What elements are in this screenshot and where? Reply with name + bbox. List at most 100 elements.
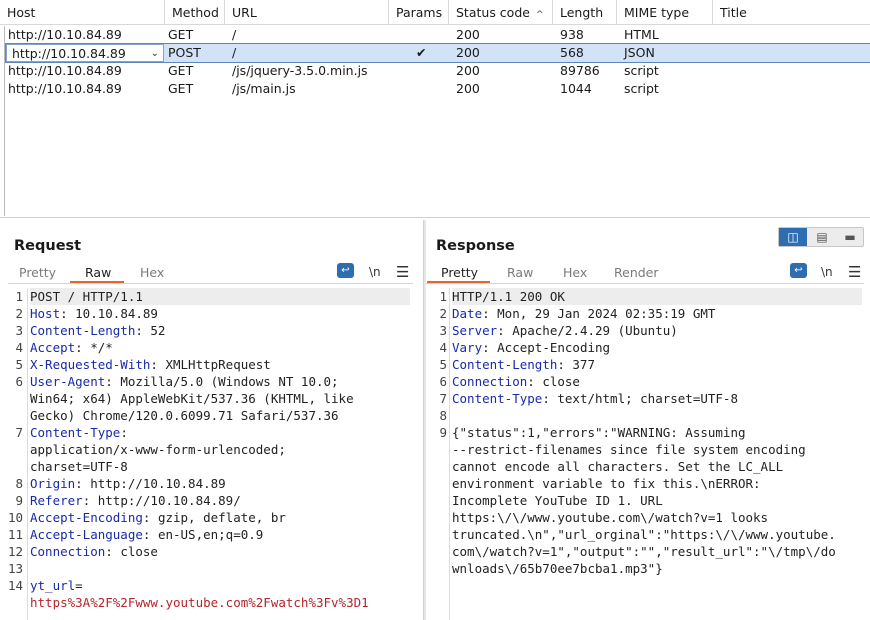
host-selector-dropdown[interactable]: http://10.10.84.89 ⌄ <box>6 44 164 62</box>
response-panel: ◫ ▤ ▬ Response Pretty Raw Hex Render ↩ \… <box>426 220 870 620</box>
line-number: 7 <box>439 391 447 406</box>
show-newlines-button[interactable]: \n <box>369 263 381 281</box>
wrap-lines-icon[interactable]: ↩ <box>790 263 807 278</box>
cell-mime: script <box>624 63 659 78</box>
column-label: Title <box>720 5 747 20</box>
column-header-url[interactable]: URL <box>225 0 389 25</box>
json-body-line: --restrict-filenames since file system e… <box>452 442 806 457</box>
code-line: Content-Length: 377 <box>452 357 595 372</box>
column-label: Length <box>560 5 604 20</box>
column-label: Params <box>396 5 443 20</box>
line-number: 3 <box>439 323 447 338</box>
json-body-line: truncated.\n","url_orginal":"https:\/\/w… <box>452 527 836 542</box>
table-row-selected[interactable]: http://10.10.84.89 ⌄ POST / ✔ 200 568 JS… <box>5 43 870 63</box>
line-number: 9 <box>439 425 447 440</box>
code-line: HTTP/1.1 200 OK <box>452 288 862 305</box>
request-panel: Request Pretty Raw Hex ↩ \n ☰ 1 2 3 4 5 … <box>0 220 423 620</box>
cell-url: /js/jquery-3.5.0.min.js <box>232 63 368 78</box>
tab-hex[interactable]: Hex <box>563 264 587 284</box>
tab-hex[interactable]: Hex <box>140 264 164 284</box>
sort-ascending-icon: ^ <box>535 10 544 20</box>
single-pane-icon[interactable]: ▬ <box>836 228 864 246</box>
hamburger-icon[interactable]: ☰ <box>396 263 409 281</box>
table-row[interactable]: http://10.10.84.89 GET / 200 938 HTML <box>6 26 870 44</box>
column-header-length[interactable]: Length <box>553 0 617 25</box>
code-line: Accept: */* <box>30 340 113 355</box>
cell-status: 200 <box>456 81 480 96</box>
line-number: 6 <box>15 374 23 389</box>
wrap-lines-icon[interactable]: ↩ <box>337 263 354 278</box>
code-line: Content-Type: text/html; charset=UTF-8 <box>452 391 738 406</box>
column-header-method[interactable]: Method <box>165 0 225 25</box>
tab-divider <box>8 283 413 284</box>
response-title: Response <box>436 238 515 254</box>
code-line: Origin: http://10.10.84.89 <box>30 476 226 491</box>
line-number: 10 <box>7 510 23 525</box>
cell-host: http://10.10.84.89 <box>12 46 126 61</box>
line-number: 13 <box>7 561 23 576</box>
cell-host: http://10.10.84.89 <box>8 63 122 78</box>
column-header-title[interactable]: Title <box>713 0 870 25</box>
table-row[interactable]: http://10.10.84.89 GET /js/main.js 200 1… <box>6 80 870 98</box>
cell-length: 938 <box>560 27 584 42</box>
line-number: 1 <box>439 289 447 304</box>
line-number: 5 <box>439 357 447 372</box>
cell-host: http://10.10.84.89 <box>8 81 122 96</box>
request-tabs: Pretty Raw Hex <box>0 264 423 284</box>
cell-host: http://10.10.84.89 <box>8 27 122 42</box>
cell-method: GET <box>168 63 194 78</box>
code-line: Host: 10.10.84.89 <box>30 306 158 321</box>
column-label: Status code <box>456 5 530 20</box>
code-line: Content-Length: 52 <box>30 323 166 338</box>
cell-length: 1044 <box>560 81 592 96</box>
json-body-line: cannot encode all characters. Set the LC… <box>452 459 784 474</box>
cell-status: 200 <box>456 27 480 42</box>
code-line: Vary: Accept-Encoding <box>452 340 611 355</box>
cell-method: POST <box>168 45 201 60</box>
code-line: yt_url= <box>30 578 83 593</box>
tab-render[interactable]: Render <box>614 264 659 284</box>
code-line-wrap: application/x-www-form-urlencoded; <box>30 442 286 457</box>
cell-mime: HTML <box>624 27 659 42</box>
hamburger-icon[interactable]: ☰ <box>848 263 861 281</box>
code-line: Accept-Language: en-US,en;q=0.9 <box>30 527 264 542</box>
split-horizontal-icon[interactable]: ◫ <box>779 228 807 246</box>
tab-pretty[interactable]: Pretty <box>19 264 56 284</box>
column-header-mime-type[interactable]: MIME type <box>617 0 713 25</box>
code-line: Referer: http://10.10.84.89/ <box>30 493 241 508</box>
column-header-status-code[interactable]: Status code ^ <box>449 0 553 25</box>
code-line: Server: Apache/2.4.29 (Ubuntu) <box>452 323 678 338</box>
column-header-host[interactable]: Host <box>0 0 165 25</box>
line-number: 4 <box>15 340 23 355</box>
cell-url: /js/main.js <box>232 81 296 96</box>
line-number: 2 <box>439 306 447 321</box>
line-number: 7 <box>15 425 23 440</box>
code-line-wrap: Win64; x64) AppleWebKit/537.36 (KHTML, l… <box>30 391 354 406</box>
cell-length: 568 <box>560 45 584 60</box>
table-row[interactable]: http://10.10.84.89 GET /js/jquery-3.5.0.… <box>6 62 870 80</box>
column-label: MIME type <box>624 5 690 20</box>
cell-length: 89786 <box>560 63 600 78</box>
split-vertical-icon[interactable]: ▤ <box>808 228 836 246</box>
response-editor[interactable]: 1 2 3 4 5 6 7 8 9 HTTP/1.1 200 OK Date: … <box>426 288 870 620</box>
code-line-wrap: charset=UTF-8 <box>30 459 128 474</box>
code-line: POST / HTTP/1.1 <box>30 288 410 305</box>
cell-url: / <box>232 45 237 60</box>
code-line: X-Requested-With: XMLHttpRequest <box>30 357 271 372</box>
cell-mime: JSON <box>624 45 655 60</box>
show-newlines-button[interactable]: \n <box>821 263 833 281</box>
column-header-params[interactable]: Params <box>389 0 449 25</box>
line-number: 3 <box>15 323 23 338</box>
code-line: Accept-Encoding: gzip, deflate, br <box>30 510 286 525</box>
request-editor[interactable]: 1 2 3 4 5 6 7 8 9 10 11 12 13 14 POST / … <box>0 288 423 620</box>
proxy-history-table: Host Method URL Params Status code ^ Leng… <box>0 0 870 218</box>
line-number: 4 <box>439 340 447 355</box>
tab-raw[interactable]: Raw <box>507 264 533 284</box>
param-value-line: https%3A%2F%2Fwww.youtube.com%2Fwatch%3F… <box>30 595 369 610</box>
table-left-border <box>4 26 5 216</box>
code-line: User-Agent: Mozilla/5.0 (Windows NT 10.0… <box>30 374 339 389</box>
json-body-line: {"status":1,"errors":"WARNING: Assuming <box>452 425 746 440</box>
table-header: Host Method URL Params Status code ^ Leng… <box>0 0 870 25</box>
view-mode-toggle: ◫ ▤ ▬ <box>778 227 864 247</box>
params-check-icon: ✔ <box>416 45 427 60</box>
